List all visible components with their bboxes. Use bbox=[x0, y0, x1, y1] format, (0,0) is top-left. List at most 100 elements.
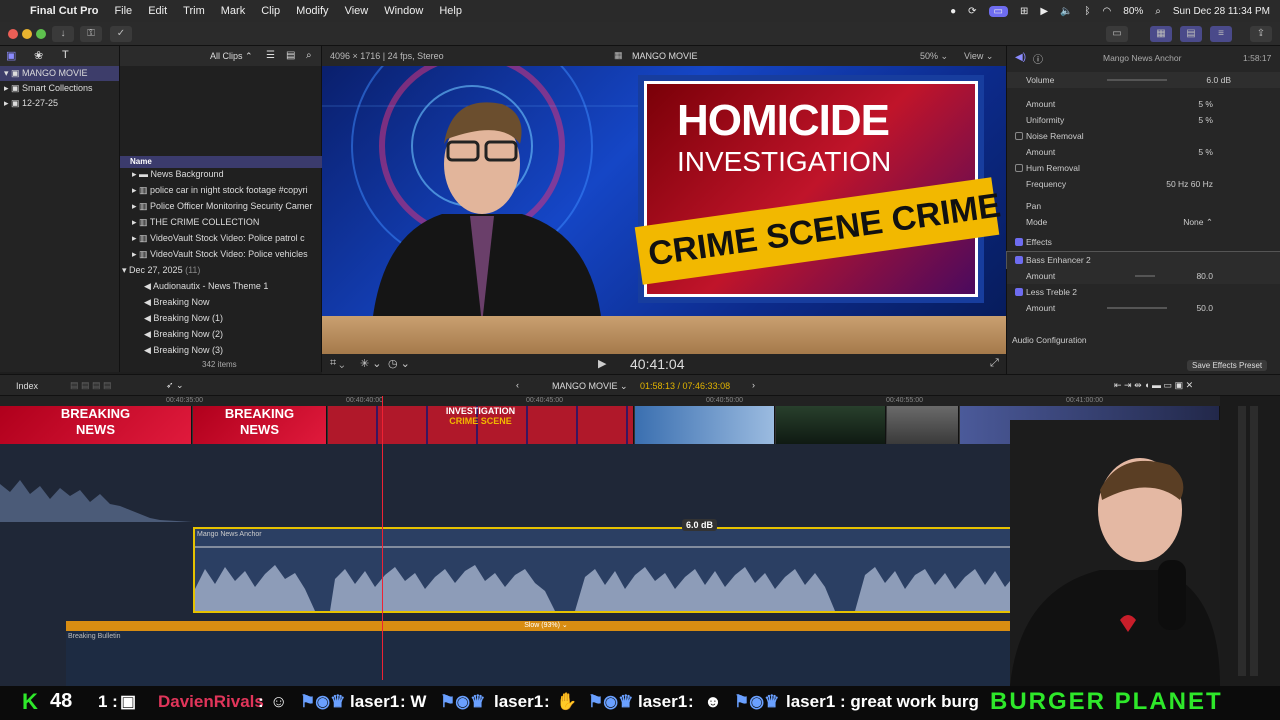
treble-amount-row[interactable]: Amount 50.0 bbox=[1007, 300, 1280, 316]
project-name[interactable]: MANGO MOVIE ⌄ bbox=[552, 381, 628, 392]
bass-amount-slider[interactable] bbox=[1135, 275, 1155, 277]
layout-timeline-icon[interactable]: ▤ bbox=[1180, 26, 1202, 42]
pan-mode-row[interactable]: Mode None ⌃ bbox=[1007, 214, 1280, 230]
browser-row[interactable]: ◀ Audionautix - News Theme 1 bbox=[120, 278, 322, 294]
volume-value[interactable]: 6.0 dB bbox=[1206, 72, 1231, 88]
workspace-icon[interactable]: ▭ bbox=[1106, 26, 1128, 42]
inspector-row[interactable]: Frequency 50 Hz 60 Hz bbox=[1007, 176, 1280, 192]
menu-help[interactable]: Help bbox=[439, 5, 462, 17]
clip-homicide[interactable]: INVESTIGATION CRIME SCENE bbox=[328, 406, 634, 444]
hum-removal-row[interactable]: Hum Removal bbox=[1007, 160, 1280, 176]
library-item-mango-movie[interactable]: ▾ ▣ MANGO MOVIE bbox=[0, 66, 119, 81]
menu-trim[interactable]: Trim bbox=[183, 5, 205, 17]
bass-amount-row[interactable]: Amount 80.0 bbox=[1007, 268, 1280, 284]
import-icon[interactable]: ↓ bbox=[52, 26, 74, 42]
browser-row[interactable]: ▸ ▥ THE CRIME COLLECTION bbox=[120, 214, 322, 230]
playhead[interactable] bbox=[382, 396, 383, 680]
play-icon[interactable]: ▶ bbox=[1040, 6, 1048, 17]
video-viewer[interactable]: HOMICIDE INVESTIGATION CRIME SCENE CRIME… bbox=[322, 66, 1006, 354]
menu-clip[interactable]: Clip bbox=[261, 5, 280, 17]
zoom-button[interactable] bbox=[36, 29, 46, 39]
sync-icon[interactable]: ⟳ bbox=[968, 6, 976, 17]
timeline-ruler[interactable]: 00:40:35:00 00:40:40:00 00:40:45:00 00:4… bbox=[0, 396, 1220, 406]
share-icon[interactable]: ⇪ bbox=[1250, 26, 1272, 42]
connect-icons[interactable]: ▤ ▤ ▤ ▤ bbox=[70, 380, 112, 391]
inspector-row[interactable]: Uniformity 5 % bbox=[1007, 112, 1280, 128]
titles-icon[interactable]: T bbox=[62, 49, 69, 61]
check-icon[interactable]: ✓ bbox=[110, 26, 132, 42]
effects-section[interactable]: Effects bbox=[1007, 234, 1280, 250]
less-treble-checkbox[interactable] bbox=[1015, 288, 1023, 296]
key-icon[interactable]: ⚿ bbox=[80, 26, 102, 42]
save-effects-preset-button[interactable]: Save Effects Preset bbox=[1187, 360, 1268, 371]
less-treble-row[interactable]: Less Treble 2 bbox=[1007, 284, 1280, 300]
menu-edit[interactable]: Edit bbox=[148, 5, 167, 17]
browser-search-icon[interactable]: ⌕ bbox=[306, 50, 312, 61]
hum-removal-checkbox[interactable] bbox=[1015, 164, 1023, 172]
back-icon[interactable]: ‹ bbox=[516, 380, 519, 390]
library-item-event[interactable]: ▸ ▣ 12-27-25 bbox=[0, 96, 119, 111]
viewer-timecode[interactable]: 40:41:04 bbox=[630, 356, 685, 372]
clip-police[interactable] bbox=[776, 406, 886, 444]
audio-tab-icon[interactable]: ◀) bbox=[1015, 52, 1026, 63]
wifi-icon[interactable]: ◠ bbox=[1103, 6, 1112, 17]
inspector-row[interactable]: Amount 5 % bbox=[1007, 144, 1280, 160]
volume-icon[interactable]: 🔈 bbox=[1060, 6, 1072, 17]
browser-row[interactable]: ▸ ▬ News Background bbox=[120, 166, 322, 182]
index-button[interactable]: Index bbox=[16, 381, 38, 391]
timeline-tools-icons[interactable]: ⇤ ⇥ ⇹ ◖ ▬ ▭ ▣ ✕ bbox=[1114, 380, 1193, 391]
volume-row[interactable]: Volume 6.0 dB bbox=[1007, 72, 1280, 88]
treble-amount-slider[interactable] bbox=[1107, 307, 1167, 309]
transform-icon[interactable]: ⌗ ⌄ bbox=[330, 357, 344, 370]
browser-row[interactable]: ◀ Breaking Now (1) bbox=[120, 310, 322, 326]
forward-icon[interactable]: › bbox=[752, 380, 755, 390]
record-icon[interactable]: ● bbox=[950, 6, 956, 17]
bluetooth-icon[interactable]: ᛒ bbox=[1085, 6, 1091, 17]
retime-bar[interactable]: Slow (93%) ⌄ bbox=[66, 621, 1026, 631]
bass-enhancer-checkbox[interactable] bbox=[1015, 256, 1023, 264]
play-button[interactable]: ▶ bbox=[598, 357, 606, 370]
app-menu[interactable]: Final Cut Pro bbox=[30, 5, 98, 17]
select-tool-icon[interactable]: ➶ ⌄ bbox=[166, 380, 184, 391]
browser-row[interactable]: ◀ Breaking Now (3) bbox=[120, 342, 322, 358]
menu-mark[interactable]: Mark bbox=[221, 5, 245, 17]
clip-breaking-bulletin[interactable]: Breaking Bulletin bbox=[66, 631, 1026, 686]
search-icon[interactable]: ⌕ bbox=[1155, 6, 1161, 17]
control-icon[interactable]: ▭ bbox=[988, 5, 1008, 17]
minimize-button[interactable] bbox=[22, 29, 32, 39]
library-item-smart-collections[interactable]: ▸ ▣ Smart Collections bbox=[0, 81, 119, 96]
menu-file[interactable]: File bbox=[114, 5, 132, 17]
menu-view[interactable]: View bbox=[345, 5, 369, 17]
effects-checkbox[interactable] bbox=[1015, 238, 1023, 246]
inspector-row[interactable]: Amount 5 % bbox=[1007, 96, 1280, 112]
noise-removal-row[interactable]: Noise Removal bbox=[1007, 128, 1280, 144]
battery-label[interactable]: 80% bbox=[1123, 6, 1143, 17]
libraries-icon[interactable]: ▣ bbox=[6, 49, 16, 62]
browser-row[interactable]: ▸ ▥ VideoVault Stock Video: Police patro… bbox=[120, 230, 322, 246]
close-button[interactable] bbox=[8, 29, 18, 39]
bass-enhancer-row[interactable]: Bass Enhancer 2 bbox=[1006, 251, 1280, 269]
zoom-popup[interactable]: 50% ⌄ bbox=[920, 51, 948, 62]
browser-row[interactable]: ◀ Breaking Now bbox=[120, 294, 322, 310]
background-audio-waveform[interactable] bbox=[0, 444, 193, 522]
speed-icon[interactable]: ◷ ⌄ bbox=[388, 357, 410, 370]
photos-icon[interactable]: ❀ bbox=[34, 49, 43, 62]
browser-date-group[interactable]: ▾ Dec 27, 2025 (11) bbox=[120, 262, 322, 278]
info-tab-icon[interactable]: ⓘ bbox=[1033, 51, 1043, 66]
menu-modify[interactable]: Modify bbox=[296, 5, 328, 17]
menu-window[interactable]: Window bbox=[384, 5, 423, 17]
clip-anchor[interactable] bbox=[635, 406, 775, 444]
noise-removal-checkbox[interactable] bbox=[1015, 132, 1023, 140]
filmstrip-icon[interactable]: ▤ bbox=[286, 50, 295, 61]
view-popup[interactable]: View ⌄ bbox=[964, 51, 993, 62]
volume-slider[interactable] bbox=[1107, 79, 1167, 81]
browser-row[interactable]: ▸ ▥ Police Officer Monitoring Security C… bbox=[120, 198, 322, 214]
browser-row[interactable]: ▸ ▥ VideoVault Stock Video: Police vehic… bbox=[120, 246, 322, 262]
clip-security[interactable] bbox=[887, 406, 959, 444]
browser-row[interactable]: ▸ ▥ police car in night stock footage #c… bbox=[120, 182, 322, 198]
list-view-icon[interactable]: ☰ bbox=[266, 50, 275, 61]
clips-filter[interactable]: All Clips ⌃ bbox=[210, 51, 253, 62]
layout-inspector-icon[interactable]: ≡ bbox=[1210, 26, 1232, 42]
layout-browser-icon[interactable]: ▦ bbox=[1150, 26, 1172, 42]
browser-row[interactable]: ◀ Breaking Now (2) bbox=[120, 326, 322, 342]
